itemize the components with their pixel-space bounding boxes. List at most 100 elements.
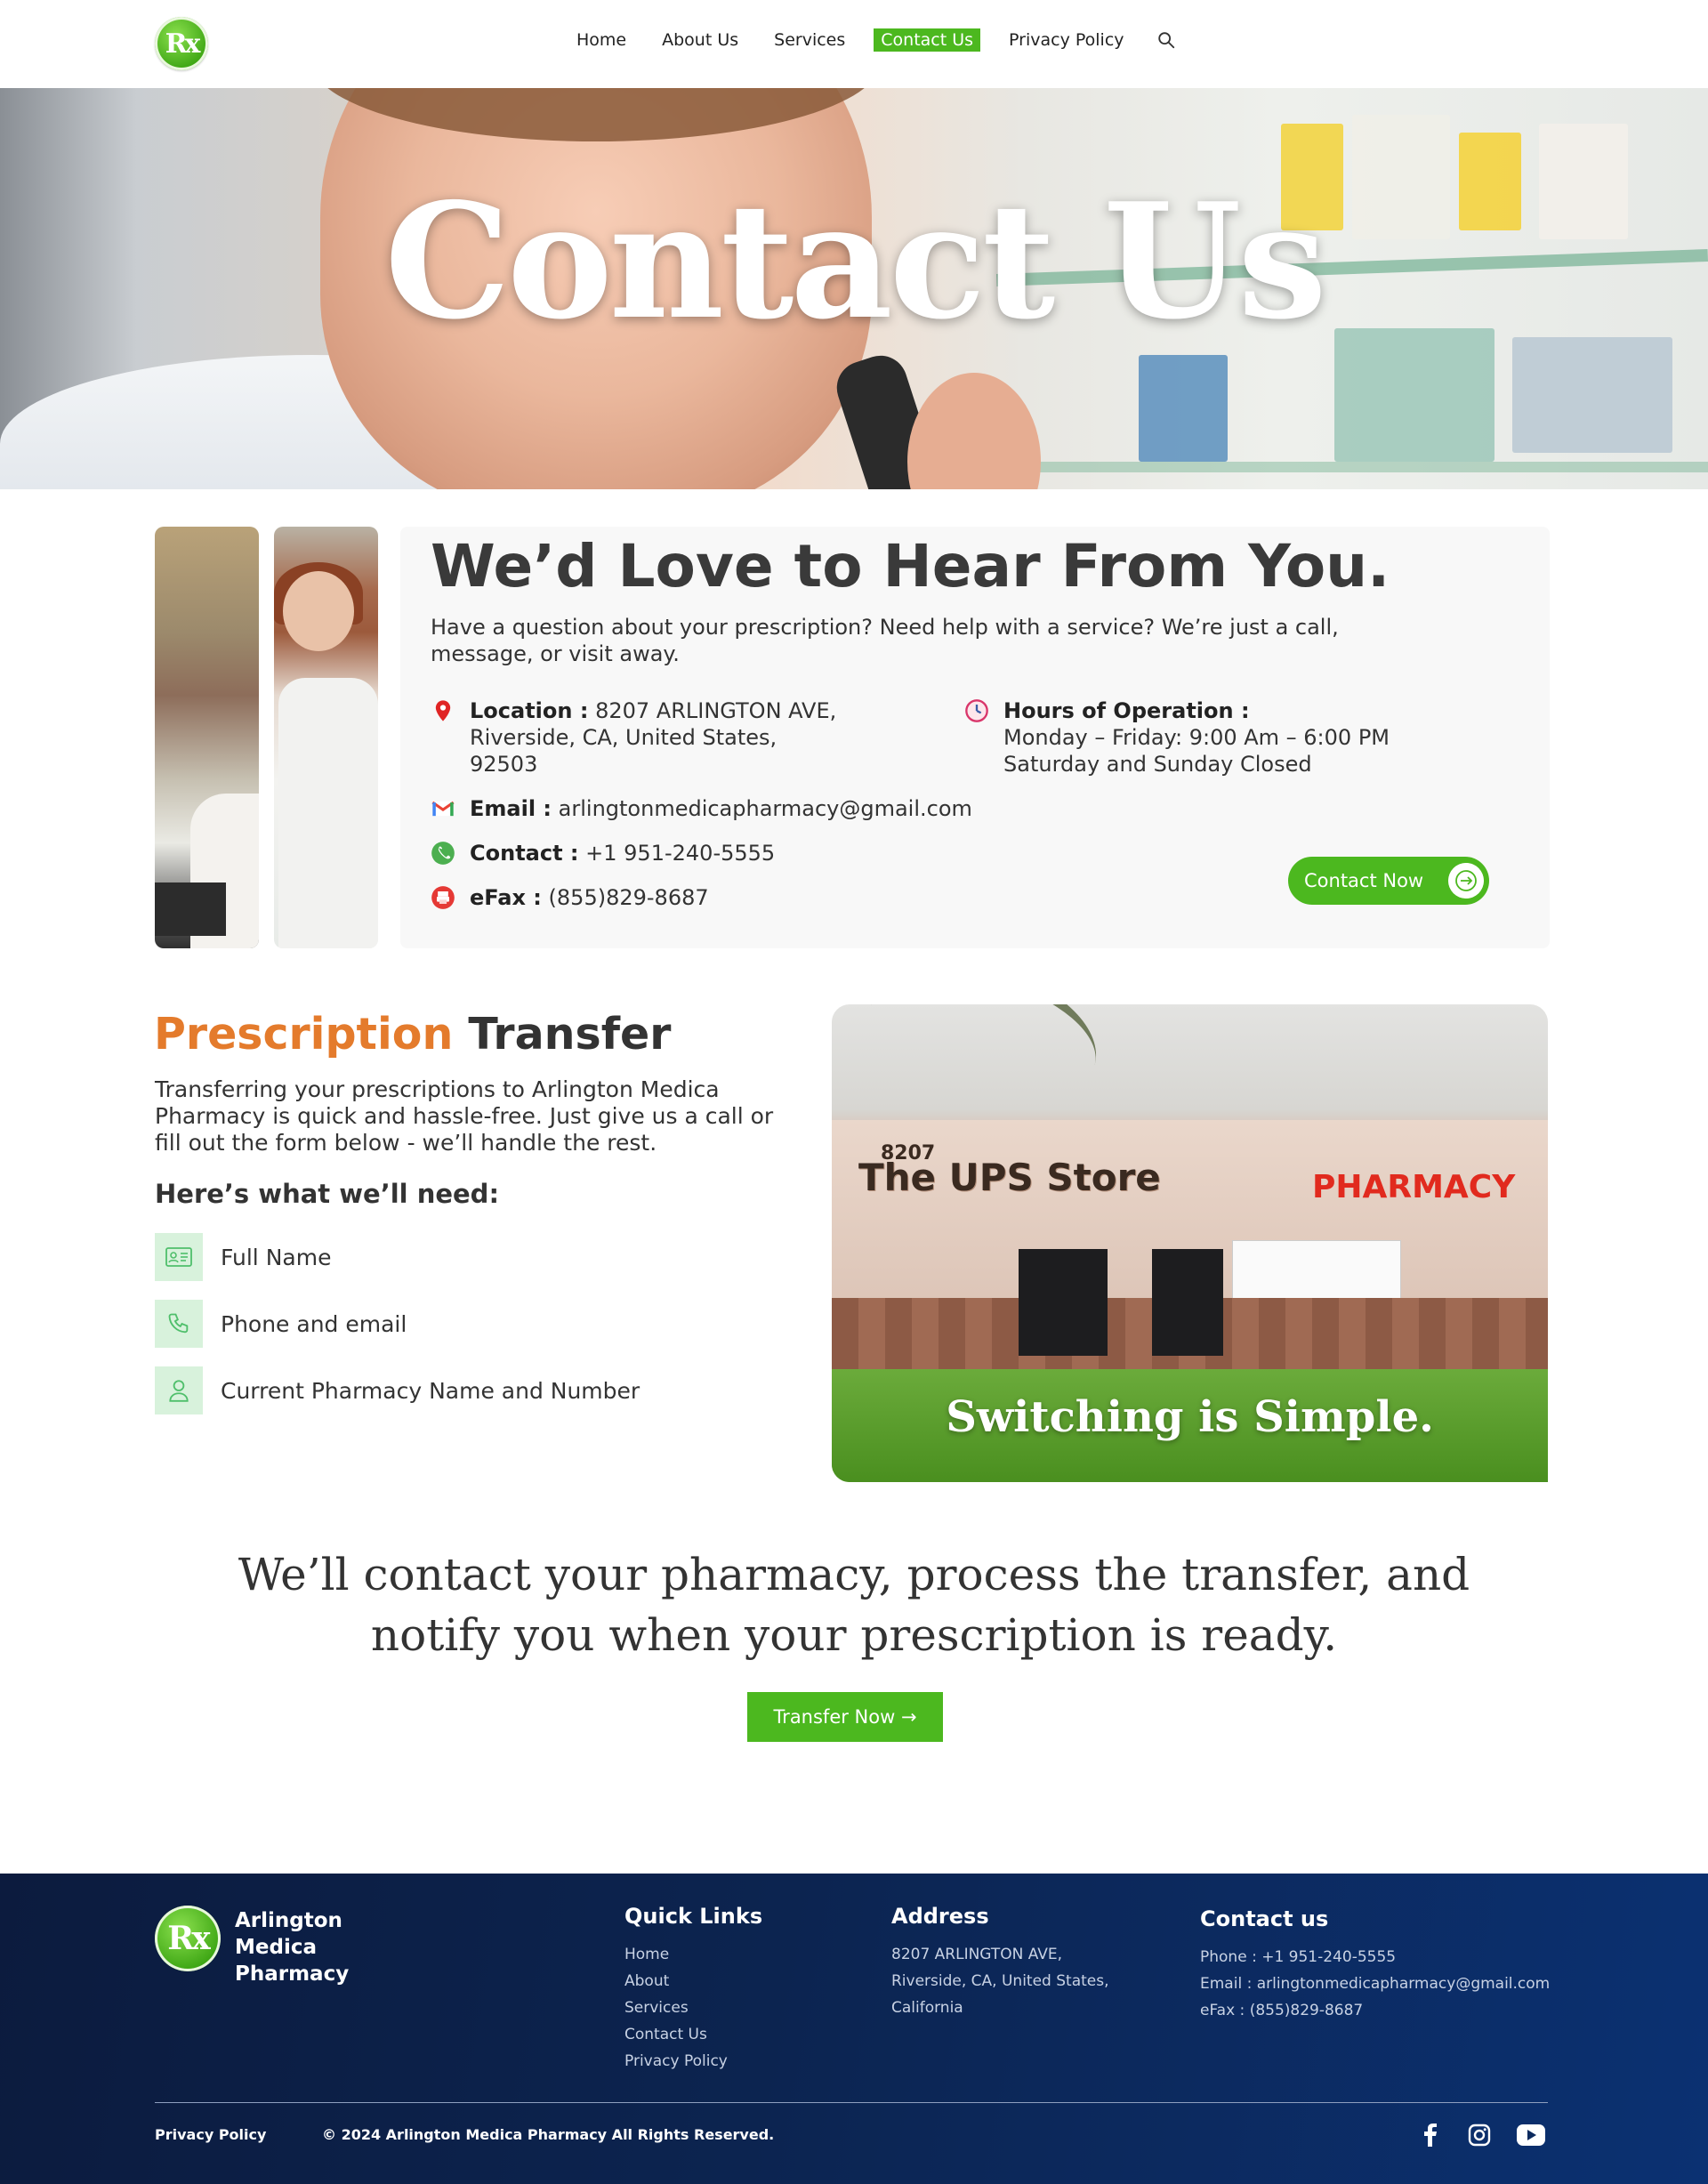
- id-card-icon: [155, 1233, 203, 1281]
- footer-contact: Contact us Phone : +1 951-240-5555 Email…: [1200, 1906, 1550, 2024]
- hours-label: Hours of Operation :: [1003, 698, 1250, 723]
- photo-coat: [278, 678, 378, 948]
- fax-icon: [431, 886, 455, 909]
- footer-link-services[interactable]: Services: [624, 1995, 762, 2021]
- phone-row: Contact : +1 951-240-5555: [431, 840, 775, 866]
- pharmacy-photo-right: [274, 527, 378, 948]
- clock-icon: [965, 699, 988, 722]
- need-item-current-pharmacy: Current Pharmacy Name and Number: [155, 1366, 640, 1414]
- shelf-product: [1512, 337, 1672, 453]
- photo-face: [283, 571, 354, 651]
- footer-link-privacy[interactable]: Privacy Policy: [624, 2048, 762, 2075]
- palm-frond: [854, 1004, 1112, 1131]
- rx-logo[interactable]: Rx: [155, 17, 208, 70]
- location-line1: 8207 ARLINGTON AVE,: [595, 698, 837, 723]
- need-label: Current Pharmacy Name and Number: [221, 1377, 640, 1404]
- phone-icon: [431, 842, 455, 865]
- phone-value[interactable]: +1 951-240-5555: [585, 841, 775, 866]
- window-banner: [1232, 1240, 1401, 1302]
- phone-label: Contact :: [470, 841, 579, 866]
- contact-subtitle: Have a question about your prescription?…: [431, 615, 1339, 666]
- fax-label: eFax :: [470, 885, 542, 910]
- footer-phone[interactable]: Phone : +1 951-240-5555: [1200, 1944, 1550, 1970]
- email-row: Email : arlingtonmedicapharmacy@gmail.co…: [431, 795, 972, 822]
- main-nav: Home About Us Services Contact Us Privac…: [569, 28, 1176, 52]
- transfer-title-accent: Prescription: [154, 1009, 454, 1060]
- facebook-icon[interactable]: [1416, 2121, 1445, 2149]
- store-door: [1152, 1249, 1223, 1356]
- transfer-title-rest: Transfer: [468, 1009, 672, 1060]
- address-line: Riverside, CA, United States,: [891, 1972, 1109, 1990]
- contact-now-label: Contact Now: [1304, 870, 1424, 891]
- need-label: Full Name: [221, 1244, 332, 1270]
- footer-brand: Arlington Medica Pharmacy: [235, 1909, 350, 1986]
- youtube-icon[interactable]: [1515, 2121, 1547, 2149]
- location-pin-icon: [435, 700, 451, 721]
- image-caption: Switching is Simple.: [946, 1392, 1434, 1442]
- transfer-body: Transferring your prescriptions to Arlin…: [155, 1076, 774, 1156]
- hours-weekday: Monday – Friday: 9:00 Am – 6:00 PM: [1003, 725, 1390, 750]
- nav-home[interactable]: Home: [569, 28, 633, 52]
- location-row: Location : 8207 ARLINGTON AVE, Riverside…: [431, 697, 836, 778]
- footer-logo-text: Rx: [167, 1920, 210, 1957]
- footer-address: Address 8207 ARLINGTON AVE, Riverside, C…: [891, 1904, 1109, 2021]
- hero-banner: Contact Us: [0, 88, 1708, 489]
- nav-contact-us[interactable]: Contact Us: [874, 28, 981, 52]
- email-label: Email :: [470, 796, 552, 821]
- nav-privacy-policy[interactable]: Privacy Policy: [1002, 28, 1131, 52]
- footer-quick-links: Quick Links Home About Services Contact …: [624, 1904, 762, 2075]
- search-icon[interactable]: [1156, 30, 1176, 50]
- hero-title: Contact Us: [384, 168, 1326, 354]
- fax-value: (855)829-8687: [548, 885, 709, 910]
- footer-link-about[interactable]: About: [624, 1968, 762, 1995]
- site-header: Rx Home About Us Services Contact Us Pri…: [0, 0, 1708, 88]
- address-line: 8207 ARLINGTON AVE,: [891, 1946, 1063, 1963]
- pharmacy-sign: PHARMACY: [1312, 1169, 1516, 1205]
- location-label: Location :: [470, 698, 589, 723]
- address-line: California: [891, 1999, 963, 2017]
- site-footer: Rx Arlington Medica Pharmacy Quick Links…: [0, 1874, 1708, 2184]
- location-line2: Riverside, CA, United States,: [470, 725, 777, 750]
- footer-divider: [155, 2102, 1548, 2103]
- copyright: © 2024 Arlington Medica Pharmacy All Rig…: [322, 2126, 775, 2143]
- phone-outline-icon: [155, 1300, 203, 1348]
- contact-now-button[interactable]: Contact Now: [1288, 857, 1489, 905]
- pharmacy-photo-left: [155, 527, 259, 948]
- footer-link-home[interactable]: Home: [624, 1941, 762, 1968]
- fax-row: eFax : (855)829-8687: [431, 884, 709, 911]
- store-door: [1019, 1249, 1108, 1356]
- need-item-full-name: Full Name: [155, 1233, 331, 1281]
- need-item-phone-email: Phone and email: [155, 1300, 407, 1348]
- footer-fax: eFax : (855)829-8687: [1200, 2002, 1364, 2019]
- footer-rx-logo[interactable]: Rx: [155, 1906, 221, 1971]
- hours-row: Hours of Operation : Monday – Friday: 9:…: [964, 697, 1390, 778]
- contact-info-card: We’d Love to Hear From You. Have a quest…: [400, 527, 1550, 948]
- instagram-icon[interactable]: [1465, 2121, 1494, 2149]
- hand: [907, 373, 1041, 489]
- contact-title: We’d Love to Hear From You.: [431, 532, 1390, 600]
- transfer-title: Prescription Transfer: [154, 1009, 671, 1060]
- need-label: Phone and email: [221, 1310, 407, 1337]
- quick-links-title: Quick Links: [624, 1904, 763, 1929]
- footer-email[interactable]: Email : arlingtonmedicapharmacy@gmail.co…: [1200, 1970, 1550, 1997]
- need-heading: Here’s what we’ll need:: [155, 1179, 500, 1209]
- address-title: Address: [891, 1904, 989, 1929]
- user-outline-icon: [155, 1366, 203, 1414]
- ups-sign: The UPS Store: [858, 1156, 1161, 1199]
- nav-services[interactable]: Services: [767, 28, 852, 52]
- hours-weekend: Saturday and Sunday Closed: [1003, 752, 1312, 777]
- gmail-icon: [431, 801, 455, 817]
- nav-about-us[interactable]: About Us: [655, 28, 745, 52]
- contact-us-title: Contact us: [1200, 1906, 1329, 1931]
- logo-text: Rx: [165, 28, 201, 60]
- location-line3: 92503: [470, 752, 538, 777]
- photo-keyboard: [155, 882, 226, 936]
- footer-privacy-link[interactable]: Privacy Policy: [155, 2126, 266, 2143]
- arrow-right-icon: [1448, 863, 1484, 899]
- shelf-product: [1139, 355, 1228, 462]
- footer-link-contact[interactable]: Contact Us: [624, 2021, 762, 2048]
- email-value[interactable]: arlingtonmedicapharmacy@gmail.com: [559, 796, 972, 821]
- transfer-now-button[interactable]: Transfer Now →: [747, 1692, 943, 1742]
- store-front-image: 8207 The UPS Store PHARMACY Switching is…: [832, 1004, 1548, 1482]
- transfer-quote: We’ll contact your pharmacy, process the…: [238, 1549, 1470, 1661]
